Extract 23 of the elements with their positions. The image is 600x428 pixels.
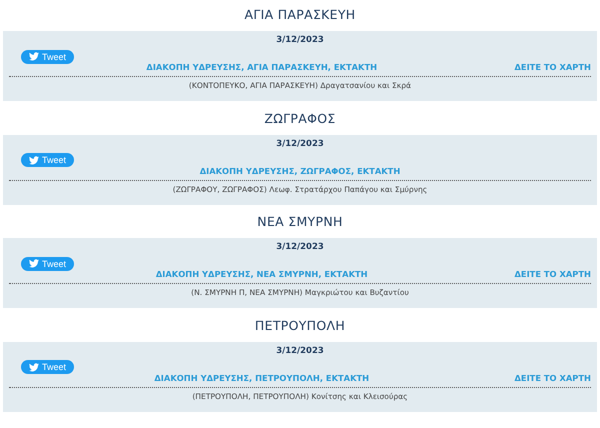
- map-link[interactable]: ΔΕΙΤΕ ΤΟ ΧΑΡΤΗ: [514, 269, 591, 279]
- bird-icon: [29, 52, 39, 61]
- notice-date: 3/12/2023: [275, 241, 325, 253]
- area-heading: ΑΓΙΑ ΠΑΡΑΣΚΕΥΗ: [244, 6, 356, 24]
- notice-title-link[interactable]: ΔΙΑΚΟΠΗ ΥΔΡΕΥΣΗΣ, ΑΓΙΑ ΠΑΡΑΣΚΕΥΗ, ΕΚΤΑΚΤΗ: [9, 62, 514, 72]
- notice-date: 3/12/2023: [275, 34, 325, 46]
- tweet-button[interactable]: Tweet: [21, 256, 74, 270]
- notice-title-link[interactable]: ΔΙΑΚΟΠΗ ΥΔΡΕΥΣΗΣ, ΝΕΑ ΣΜΥΡΝΗ, ΕΚΤΑΚΤΗ: [9, 269, 514, 279]
- map-link[interactable]: ΔΕΙΤΕ ΤΟ ΧΑΡΤΗ: [514, 62, 591, 72]
- notice-title-link[interactable]: ΔΙΑΚΟΠΗ ΥΔΡΕΥΣΗΣ, ΠΕΤΡΟΥΠΟΛΗ, ΕΚΤΑΚΤΗ: [9, 372, 514, 382]
- area-heading: ΖΩΓΡΑΦΟΣ: [263, 110, 337, 128]
- notice-title-link[interactable]: ΔΙΑΚΟΠΗ ΥΔΡΕΥΣΗΣ, ΖΩΓΡΑΦΟΣ, ΕΚΤΑΚΤΗ: [9, 166, 591, 176]
- tweet-button[interactable]: Tweet: [21, 360, 74, 374]
- map-link[interactable]: ΔΕΙΤΕ ΤΟ ΧΑΡΤΗ: [514, 372, 591, 382]
- bird-icon: [29, 156, 39, 164]
- area-heading: ΠΕΤΡΟΥΠΟΛΗ: [254, 316, 346, 334]
- tweet-button[interactable]: Tweet: [21, 153, 74, 167]
- tweet-button[interactable]: Tweet: [21, 50, 74, 64]
- bird-icon: [29, 259, 39, 268]
- notice-date: 3/12/2023: [275, 138, 325, 150]
- bird-icon: [29, 362, 39, 372]
- notice-date: 3/12/2023: [275, 344, 325, 356]
- area-heading: ΝΕΑ ΣΜΥΡΝΗ: [256, 213, 344, 231]
